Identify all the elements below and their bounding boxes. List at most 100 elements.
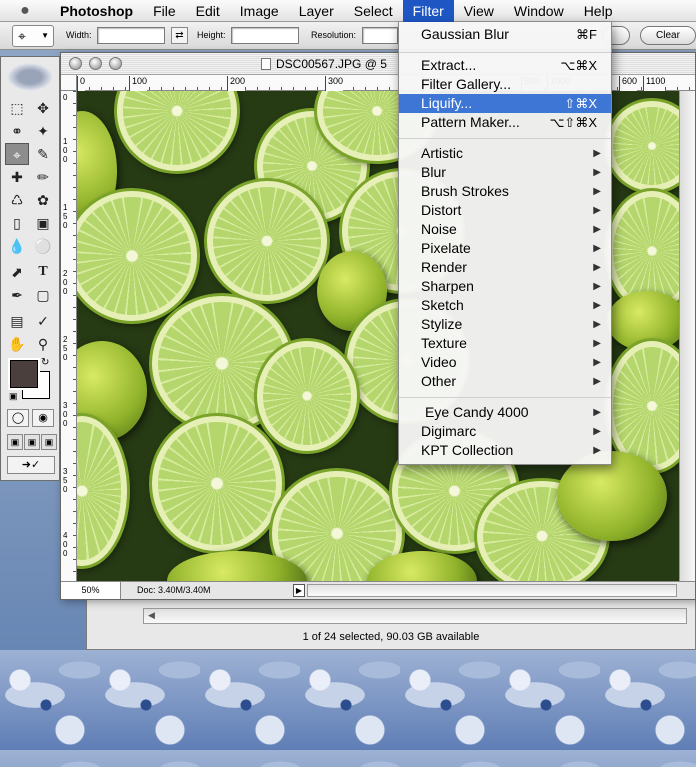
standard-screen-mode-icon[interactable]: ▣ — [7, 434, 23, 450]
menu-item-label: Liquify... — [421, 95, 473, 111]
dodge-tool-icon[interactable]: ⚪ — [31, 235, 55, 257]
tool-preset-picker[interactable]: ⌖ ▼ — [12, 25, 54, 47]
clear-button[interactable]: Clear — [640, 26, 696, 45]
menu-item-pattern-maker[interactable]: Pattern Maker... ⌥⇧⌘X — [399, 113, 611, 132]
menu-edit[interactable]: Edit — [186, 0, 230, 22]
document-vertical-scrollbar[interactable] — [679, 91, 695, 581]
brush-tool-icon[interactable]: ✏ — [31, 166, 55, 188]
menu-view[interactable]: View — [454, 0, 504, 22]
submenu-arrow-icon: ▶ — [593, 319, 601, 330]
menu-layer[interactable]: Layer — [289, 0, 344, 22]
menu-item-label: Render — [421, 259, 467, 275]
menu-item-video[interactable]: Video ▶ — [399, 353, 611, 372]
menu-photoshop[interactable]: Photoshop — [50, 0, 143, 22]
menu-item-digimarc[interactable]: Digimarc ▶ — [399, 422, 611, 441]
type-tool-icon[interactable]: T — [31, 261, 55, 283]
menu-item-brush-strokes[interactable]: Brush Strokes ▶ — [399, 182, 611, 201]
foreground-color-swatch[interactable] — [10, 360, 38, 388]
lasso-tool-icon[interactable]: ⚭ — [5, 120, 29, 142]
menu-select[interactable]: Select — [344, 0, 403, 22]
shape-tool-icon[interactable]: ▢ — [31, 284, 55, 306]
finder-horizontal-scrollbar[interactable]: ◀ — [143, 608, 687, 624]
default-colors-icon[interactable]: ▣ — [9, 391, 19, 401]
menu-item-shortcut: ⇧⌘X — [564, 96, 597, 111]
menu-item-noise[interactable]: Noise ▶ — [399, 220, 611, 239]
toolbox-palette: ⬚ ✥ ⚭ ✦ ⌖ ✎ ✚ ✏ ♺ ✿ ▯ ▣ 💧 ⚪ ⬈ T ✒ ▢ ▤ ✓ … — [0, 56, 60, 481]
marquee-tool-icon[interactable]: ⬚ — [5, 97, 29, 119]
menu-item-gaussian-blur[interactable]: Gaussian Blur ⌘F — [399, 25, 611, 44]
height-field[interactable] — [231, 27, 299, 44]
slice-tool-icon[interactable]: ✎ — [31, 143, 55, 165]
menu-item-artistic[interactable]: Artistic ▶ — [399, 144, 611, 163]
menu-item-label: KPT Collection — [421, 442, 514, 458]
menu-filter[interactable]: Filter — [402, 0, 454, 22]
menu-item-blur[interactable]: Blur ▶ — [399, 163, 611, 182]
jump-to-imageready-button[interactable]: ➜✓ — [7, 456, 55, 474]
eraser-tool-icon[interactable]: ▯ — [5, 212, 29, 234]
crop-tool-icon[interactable]: ⌖ — [5, 143, 29, 165]
swap-dimensions-button[interactable]: ⇄ — [171, 27, 188, 44]
finder-status-text: 1 of 24 selected, 90.03 GB available — [302, 631, 480, 643]
document-proxy-icon[interactable] — [261, 58, 271, 70]
gradient-tool-icon[interactable]: ▣ — [31, 212, 55, 234]
menu-item-texture[interactable]: Texture ▶ — [399, 334, 611, 353]
menu-item-label: Stylize — [421, 316, 463, 332]
menu-item-sharpen[interactable]: Sharpen ▶ — [399, 277, 611, 296]
menu-file[interactable]: File — [143, 0, 186, 22]
quick-mask-mode-button[interactable]: ◉ — [32, 409, 54, 427]
scroll-left-arrow-icon[interactable]: ◀ — [148, 610, 155, 621]
menu-item-filter-gallery[interactable]: Filter Gallery... — [399, 75, 611, 94]
full-screen-menu-mode-icon[interactable]: ▣ — [24, 434, 40, 450]
menu-item-other[interactable]: Other ▶ — [399, 372, 611, 391]
pen-tool-icon[interactable]: ✒ — [5, 284, 29, 306]
menu-item-pixelate[interactable]: Pixelate ▶ — [399, 239, 611, 258]
width-field[interactable] — [97, 27, 165, 44]
healing-brush-tool-icon[interactable]: ✚ — [5, 166, 29, 188]
move-tool-icon[interactable]: ✥ — [31, 97, 55, 119]
minimize-window-button[interactable] — [89, 57, 102, 70]
zoom-level-field[interactable]: 50% — [61, 582, 121, 599]
lime-slice — [77, 416, 127, 566]
path-selection-tool-icon[interactable]: ⬈ — [5, 261, 29, 283]
submenu-arrow-icon: ▶ — [593, 376, 601, 387]
menu-item-render[interactable]: Render ▶ — [399, 258, 611, 277]
clone-stamp-tool-icon[interactable]: ♺ — [5, 189, 29, 211]
menu-item-label: Filter Gallery... — [421, 76, 511, 92]
menu-help[interactable]: Help — [574, 0, 623, 22]
eyedropper-tool-icon[interactable]: ✓ — [31, 310, 55, 332]
ruler-origin[interactable] — [61, 75, 77, 91]
status-menu-arrow-icon[interactable]: ▶ — [293, 584, 305, 597]
document-title: DSC00567.JPG @ 5 — [276, 57, 387, 71]
vertical-ruler[interactable]: 0 1 0 0 1 5 0 2 0 0 2 5 0 3 0 0 3 5 0 4 … — [61, 91, 77, 581]
magic-wand-tool-icon[interactable]: ✦ — [31, 120, 55, 142]
menu-item-label: Other — [421, 373, 457, 389]
ruler-tick-label: 200 — [227, 76, 246, 91]
resolution-label: Resolution: — [311, 30, 357, 40]
menu-item-distort[interactable]: Distort ▶ — [399, 201, 611, 220]
menu-item-liquify[interactable]: Liquify... ⇧⌘X — [399, 94, 611, 113]
menu-item-label: Sharpen — [421, 278, 474, 294]
menu-image[interactable]: Image — [230, 0, 289, 22]
apple-menu-icon[interactable]: ● — [0, 2, 50, 20]
ruler-tick-label: 4 0 0 — [63, 531, 68, 558]
menu-separator — [399, 138, 611, 139]
notes-tool-icon[interactable]: ▤ — [5, 310, 29, 332]
history-brush-tool-icon[interactable]: ✿ — [31, 189, 55, 211]
menu-item-sketch[interactable]: Sketch ▶ — [399, 296, 611, 315]
standard-mode-button[interactable]: ◯ — [7, 409, 29, 427]
menu-item-eye-candy[interactable]: Eye Candy 4000 ▶ — [399, 403, 611, 422]
full-screen-mode-icon[interactable]: ▣ — [41, 434, 57, 450]
menu-item-kpt-collection[interactable]: KPT Collection ▶ — [399, 441, 611, 460]
blur-tool-icon[interactable]: 💧 — [5, 235, 29, 257]
hand-tool-icon[interactable]: ✋ — [5, 333, 29, 355]
resolution-field[interactable] — [362, 27, 398, 44]
swap-colors-icon[interactable]: ↻ — [41, 357, 49, 368]
document-horizontal-scrollbar[interactable] — [307, 584, 677, 597]
zoom-window-button[interactable] — [109, 57, 122, 70]
close-window-button[interactable] — [69, 57, 82, 70]
menu-item-extract[interactable]: Extract... ⌥⌘X — [399, 56, 611, 75]
zoom-tool-icon[interactable]: ⚲ — [31, 333, 55, 355]
photoshop-feather-logo-icon[interactable] — [7, 63, 53, 91]
menu-window[interactable]: Window — [504, 0, 574, 22]
menu-item-stylize[interactable]: Stylize ▶ — [399, 315, 611, 334]
